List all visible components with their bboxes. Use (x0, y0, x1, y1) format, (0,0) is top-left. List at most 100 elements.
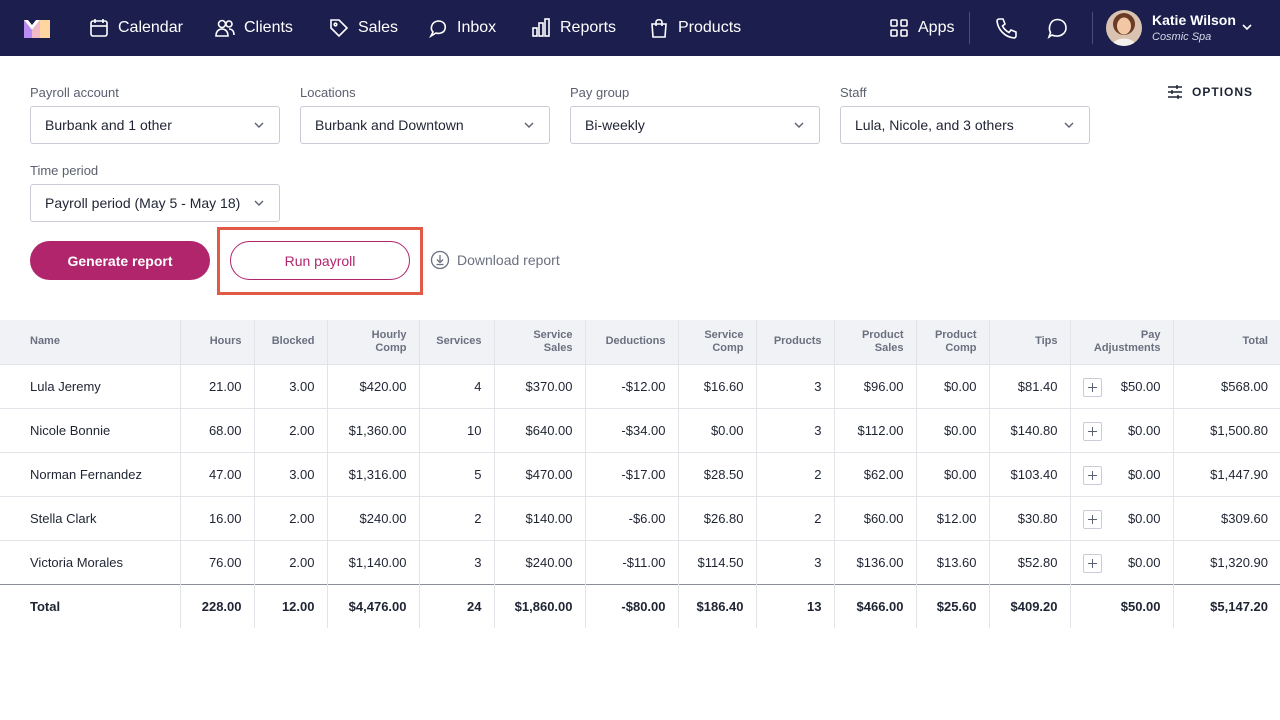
cell-service-comp: $0.00 (677, 407, 756, 452)
download-report-link[interactable]: Download report (430, 250, 560, 270)
cell-hourly-comp: $1,316.00 (326, 451, 419, 496)
cell-product-sales: $112.00 (833, 407, 916, 452)
cell-deductions: -$34.00 (584, 407, 678, 452)
phone-button[interactable] (993, 15, 1019, 41)
nav-clients[interactable]: Clients (214, 0, 293, 56)
cell-total: $1,500.80 (1172, 407, 1280, 452)
nav-inbox-label: Inbox (457, 19, 497, 36)
options-button[interactable]: OPTIONS (1166, 82, 1253, 102)
add-adjustment-button[interactable] (1082, 465, 1102, 485)
col-header-service-comp[interactable]: Service Comp (677, 320, 756, 364)
time-period-value: Payroll period (May 5 - May 18) (45, 195, 241, 211)
nav-apps[interactable]: Apps (888, 0, 954, 56)
col-header-pay-adjustments[interactable]: Pay Adjustments (1069, 320, 1173, 364)
total-tips: $409.20 (988, 583, 1070, 628)
brand-logo[interactable] (22, 16, 52, 40)
cell-products: 3 (755, 407, 834, 452)
user-name: Katie Wilson (1152, 12, 1236, 28)
cell-services: 3 (418, 539, 494, 584)
cell-products: 3 (755, 363, 834, 408)
cell-service-sales: $470.00 (493, 451, 585, 496)
nav-calendar-label: Calendar (118, 19, 183, 36)
table-row: Stella Clark 16.00 2.00 $240.00 2 $140.0… (0, 495, 1280, 540)
cell-blocked: 2.00 (253, 495, 327, 540)
locations-select[interactable]: Burbank and Downtown (300, 106, 550, 144)
sliders-icon (1168, 85, 1182, 99)
add-adjustment-button[interactable] (1082, 509, 1102, 529)
table-row: Lula Jeremy 21.00 3.00 $420.00 4 $370.00… (0, 363, 1280, 408)
time-period-select[interactable]: Payroll period (May 5 - May 18) (30, 184, 280, 222)
nav-apps-label: Apps (918, 19, 955, 36)
cell-total: $1,320.90 (1172, 539, 1280, 584)
cell-tips: $103.40 (988, 451, 1070, 496)
chevron-down-icon (1242, 24, 1252, 31)
cell-total: $309.60 (1172, 495, 1280, 540)
cell-product-comp: $0.00 (915, 451, 989, 496)
col-header-hours[interactable]: Hours (179, 320, 254, 364)
nav-inbox[interactable]: Inbox (427, 0, 496, 56)
pay-group-select[interactable]: Bi-weekly (570, 106, 820, 144)
table-row: Nicole Bonnie 68.00 2.00 $1,360.00 10 $6… (0, 407, 1280, 452)
col-header-product-comp[interactable]: Product Comp (915, 320, 989, 364)
total-hours: 228.00 (179, 583, 254, 628)
nav-sales-label: Sales (358, 19, 399, 36)
col-header-blocked[interactable]: Blocked (253, 320, 327, 364)
cell-service-sales: $370.00 (493, 363, 585, 408)
phone-icon (996, 18, 1017, 39)
nav-calendar[interactable]: Calendar (88, 0, 183, 56)
col-header-service-sales[interactable]: Service Sales (493, 320, 585, 364)
col-header-tips[interactable]: Tips (988, 320, 1070, 364)
col-header-products[interactable]: Products (755, 320, 834, 364)
cell-hours: 68.00 (179, 407, 254, 452)
col-header-name[interactable]: Name (0, 320, 180, 364)
payroll-account-value: Burbank and 1 other (45, 117, 172, 133)
chevron-down-icon (1064, 122, 1074, 128)
add-adjustment-button[interactable] (1082, 421, 1102, 441)
calendar-icon (90, 19, 108, 37)
cell-hourly-comp: $420.00 (326, 363, 419, 408)
chat-bubble-icon (429, 20, 447, 39)
locations-label: Locations (300, 85, 356, 100)
cell-service-comp: $16.60 (677, 363, 756, 408)
shopping-bag-icon (651, 18, 667, 38)
table-total-row: Total 228.00 12.00 $4,476.00 24 $1,860.0… (0, 583, 1280, 628)
nav-products[interactable]: Products (648, 0, 741, 56)
generate-report-button[interactable]: Generate report (30, 241, 210, 280)
cell-name: Victoria Morales (0, 539, 180, 584)
cell-tips: $140.80 (988, 407, 1070, 452)
table-header-row: Name Hours Blocked Hourly Comp Services S… (0, 320, 1280, 364)
message-circle-icon (1047, 18, 1067, 39)
nav-sales[interactable]: Sales (328, 0, 398, 56)
add-adjustment-button[interactable] (1082, 377, 1102, 397)
payroll-account-select[interactable]: Burbank and 1 other (30, 106, 280, 144)
cell-product-sales: $136.00 (833, 539, 916, 584)
col-header-product-sales[interactable]: Product Sales (833, 320, 916, 364)
cell-product-sales: $62.00 (833, 451, 916, 496)
cell-hours: 76.00 (179, 539, 254, 584)
chevron-down-icon (254, 122, 264, 128)
col-header-total[interactable]: Total (1172, 320, 1280, 364)
cell-hours: 47.00 (179, 451, 254, 496)
total-pay-adjustments: $50.00 (1069, 583, 1173, 628)
add-adjustment-button[interactable] (1082, 553, 1102, 573)
options-label: OPTIONS (1192, 85, 1254, 99)
cell-hourly-comp: $1,140.00 (326, 539, 419, 584)
cell-service-sales: $140.00 (493, 495, 585, 540)
pay-group-value: Bi-weekly (585, 117, 645, 133)
cell-pay-adjustments: $50.00 (1069, 363, 1173, 408)
chevron-down-icon (794, 122, 804, 128)
top-navbar: Calendar Clients Sales Inbox Reports Pro… (0, 0, 1280, 56)
total-hourly-comp: $4,476.00 (326, 583, 419, 628)
col-header-deductions[interactable]: Deductions (584, 320, 678, 364)
nav-reports[interactable]: Reports (530, 0, 616, 56)
col-header-services[interactable]: Services (418, 320, 494, 364)
messages-button[interactable] (1044, 15, 1070, 41)
locations-value: Burbank and Downtown (315, 117, 464, 133)
run-payroll-button[interactable]: Run payroll (230, 241, 410, 280)
total-services: 24 (418, 583, 494, 628)
col-header-hourly-comp[interactable]: Hourly Comp (326, 320, 419, 364)
avatar (1106, 10, 1142, 46)
cell-product-comp: $0.00 (915, 363, 989, 408)
staff-select[interactable]: Lula, Nicole, and 3 others (840, 106, 1090, 144)
cell-name: Stella Clark (0, 495, 180, 540)
